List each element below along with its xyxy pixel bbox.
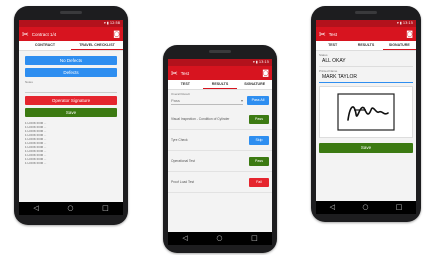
tab-test[interactable]: TEST [168, 80, 203, 89]
android-nav-bar: ◁ ○ □ [168, 232, 272, 245]
signature-drawing [337, 93, 395, 131]
tab-signature[interactable]: SIGNATURE [237, 80, 272, 89]
app-title: Contract 1/4 [31, 31, 57, 37]
notes-field[interactable] [25, 84, 117, 93]
tab-results[interactable]: RESULTS [349, 41, 382, 50]
defects-button[interactable]: Defects [25, 68, 117, 77]
phone-speaker [209, 50, 231, 53]
tab-contract[interactable]: CONTRACT [19, 41, 71, 50]
phone-left: ▾ ▮ 12:58 ✂ Contract 1/4 ◙ CONTRACT TRAV… [14, 6, 128, 225]
row-result-button[interactable]: Skip [249, 135, 269, 145]
tab-results[interactable]: RESULTS [202, 80, 238, 89]
android-nav-bar: ◁ ○ □ [19, 202, 123, 215]
app-logo-icon: ✂ [22, 29, 29, 39]
app-logo-icon: ✂ [319, 29, 326, 39]
status-value[interactable]: ALL OKAY [319, 57, 413, 67]
android-nav-bar: ◁ ○ □ [316, 201, 416, 214]
phone-speaker [355, 11, 377, 14]
select-value: Pass [171, 97, 180, 103]
pass-all-button[interactable]: Pass All [247, 96, 269, 105]
list-item: 1 LOOK FOR ... [25, 161, 47, 165]
recents-icon[interactable]: □ [396, 204, 403, 211]
back-icon[interactable]: ◁ [182, 235, 187, 242]
row-result-button[interactable]: Pass [249, 114, 269, 124]
phone-speaker [60, 11, 82, 14]
app-logo-icon: ✂ [171, 68, 178, 78]
row-label: Tyre Check [171, 138, 188, 142]
phone-center: ▾ ▮ 13:15 ✂ Test ◙ TEST RESULTS SIGNATUR… [163, 45, 277, 253]
overall-result-select[interactable]: Pass ▾ [171, 96, 243, 105]
phone-right-screen: ▾ ▮ 13:15 ✂ Test ◙ TEST RESULTS SIGNATUR… [316, 20, 416, 214]
dropdown-arrow-icon: ▾ [240, 97, 243, 103]
camera-icon[interactable]: ◙ [406, 30, 413, 38]
home-icon[interactable]: ○ [67, 205, 73, 212]
phone-right: ▾ ▮ 13:15 ✂ Test ◙ TEST RESULTS SIGNATUR… [311, 6, 421, 222]
tab-signature[interactable]: SIGNATURE [382, 41, 416, 50]
save-button[interactable]: Save [25, 108, 117, 117]
row-label: Proof Load Test [171, 180, 195, 184]
signature-pad[interactable] [319, 86, 413, 138]
tab-bar: TEST RESULTS SIGNATURE [316, 41, 416, 51]
status-bar: ▾ ▮ 13:15 [316, 20, 416, 27]
result-row: Visual Inspection - Condition of Cylinde… [168, 109, 272, 130]
back-icon[interactable]: ◁ [33, 205, 38, 212]
camera-icon[interactable]: ◙ [113, 30, 120, 38]
recents-icon[interactable]: □ [102, 205, 109, 212]
result-row: Proof Load Test Fail [168, 172, 272, 193]
home-icon[interactable]: ○ [362, 204, 368, 211]
app-title: Test [328, 31, 337, 37]
app-bar: ✂ Test ◙ [316, 27, 416, 41]
camera-icon[interactable]: ◙ [262, 69, 269, 77]
phone-left-screen: ▾ ▮ 12:58 ✂ Contract 1/4 ◙ CONTRACT TRAV… [19, 20, 123, 215]
status-bar: ▾ ▮ 13:15 [168, 59, 272, 66]
phone-center-screen: ▾ ▮ 13:15 ✂ Test ◙ TEST RESULTS SIGNATUR… [168, 59, 272, 245]
back-icon[interactable]: ◁ [330, 204, 335, 211]
app-title: Test [180, 70, 189, 76]
no-defects-button[interactable]: No Defects [25, 56, 117, 65]
row-result-button[interactable]: Pass [249, 156, 269, 166]
tab-test[interactable]: TEST [316, 41, 349, 50]
result-row: Tyre Check Skip [168, 130, 272, 151]
row-label: Visual Inspection - Condition of Cylinde… [171, 117, 230, 121]
row-result-button[interactable]: Fail [249, 177, 269, 187]
status-bar: ▾ ▮ 12:58 [19, 20, 123, 27]
app-bar: ✂ Test ◙ [168, 66, 272, 80]
app-bar: ✂ Contract 1/4 ◙ [19, 27, 123, 41]
save-button[interactable]: Save [319, 143, 413, 153]
home-icon[interactable]: ○ [216, 235, 222, 242]
tab-bar: CONTRACT TRAVEL CHECKLIST [19, 41, 123, 51]
checklist-text: 1 LOOK FOR ... 1 LOOK FOR ... 1 LOOK FOR… [25, 121, 117, 165]
tab-travel-checklist[interactable]: TRAVEL CHECKLIST [71, 41, 123, 50]
result-row: Operational Test Pass [168, 151, 272, 172]
operator-signature-button[interactable]: Operator Signature [25, 96, 117, 105]
printed-name-input[interactable]: MARK TAYLOR [319, 73, 413, 83]
row-label: Operational Test [171, 159, 195, 163]
recents-icon[interactable]: □ [251, 235, 258, 242]
tab-bar: TEST RESULTS SIGNATURE [168, 80, 272, 90]
